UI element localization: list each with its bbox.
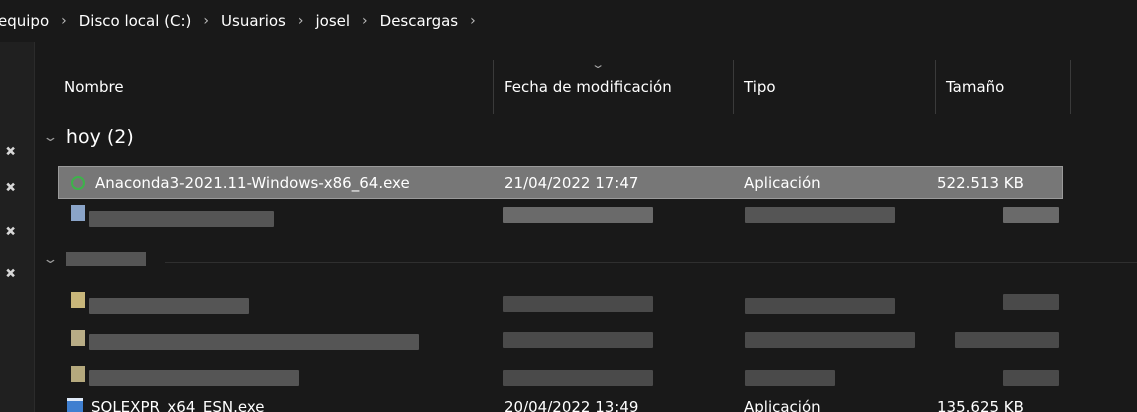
breadcrumb-separator-icon[interactable]: › xyxy=(352,13,378,29)
file-icon xyxy=(71,205,85,221)
file-name: Anaconda3-2021.11-Windows-x86_64.exe xyxy=(95,173,410,192)
redacted-text xyxy=(89,298,249,314)
file-date: 20/04/2022 13:49 xyxy=(504,398,639,412)
breadcrumb-item-equipo[interactable]: equipo xyxy=(0,12,51,30)
file-row-anaconda[interactable]: Anaconda3-2021.11-Windows-x86_64.exe 21/… xyxy=(58,166,1063,199)
group-header-blurred[interactable]: ⌄ xyxy=(42,245,146,273)
column-header-fecha[interactable]: Fecha de modificación xyxy=(504,60,672,114)
file-row-sqlexpr[interactable]: SQLEXPR_x64_ESN.exe 20/04/2022 13:49 Apl… xyxy=(59,398,1062,412)
file-icon xyxy=(71,366,85,382)
pin-icon: ✚ xyxy=(2,178,21,197)
file-row-blurred[interactable] xyxy=(59,201,1062,232)
pin-icon: ✚ xyxy=(2,142,21,161)
column-header-tipo[interactable]: Tipo xyxy=(744,60,776,114)
file-type: Aplicación xyxy=(744,398,821,412)
redacted-text xyxy=(1003,294,1059,310)
group-label: hoy (2) xyxy=(65,126,134,148)
column-header: Nombre ⌄ Fecha de modificación Tipo Tama… xyxy=(35,59,1137,114)
breadcrumb: equipo › Disco local (C:) › Usuarios › j… xyxy=(0,0,1137,42)
column-divider[interactable] xyxy=(935,60,936,114)
redacted-text xyxy=(745,370,835,386)
redacted-text xyxy=(503,370,653,386)
installer-icon xyxy=(67,398,83,412)
file-size: 135.625 KB xyxy=(937,398,1024,412)
redacted-text xyxy=(955,332,1059,348)
anaconda-ring-icon xyxy=(71,175,85,190)
chevron-down-icon: ⌄ xyxy=(42,251,59,267)
breadcrumb-separator-icon[interactable]: › xyxy=(460,13,486,29)
redacted-text xyxy=(503,207,653,223)
chevron-down-icon: ⌄ xyxy=(42,129,59,145)
redacted-text xyxy=(745,332,915,348)
column-divider[interactable] xyxy=(493,60,494,114)
column-header-tamano[interactable]: Tamaño xyxy=(946,60,1004,114)
file-date: 21/04/2022 17:47 xyxy=(504,173,639,192)
file-name: SQLEXPR_x64_ESN.exe xyxy=(91,398,265,412)
breadcrumb-separator-icon[interactable]: › xyxy=(51,13,77,29)
breadcrumb-separator-icon[interactable]: › xyxy=(193,13,219,29)
redacted-text xyxy=(89,334,419,350)
redacted-text xyxy=(745,207,895,223)
group-divider xyxy=(165,262,1137,263)
redacted-text xyxy=(89,370,299,386)
column-divider[interactable] xyxy=(733,60,734,114)
redacted-text xyxy=(89,211,274,227)
breadcrumb-item-descargas[interactable]: Descargas xyxy=(378,12,460,30)
redacted-text xyxy=(1003,207,1059,223)
file-type: Aplicación xyxy=(744,173,821,192)
pin-icon: ✚ xyxy=(2,264,21,283)
file-row-blurred[interactable] xyxy=(59,362,1062,393)
file-row-blurred[interactable] xyxy=(59,326,1062,357)
file-size: 522.513 KB xyxy=(937,173,1024,192)
breadcrumb-item-josel[interactable]: josel xyxy=(313,12,352,30)
navigation-pane[interactable]: ✚ ✚ ✚ ✚ xyxy=(0,42,34,412)
file-icon xyxy=(71,330,85,346)
redacted-text xyxy=(503,332,653,348)
redacted-text xyxy=(65,252,146,266)
file-icon xyxy=(71,292,85,308)
file-row-blurred[interactable] xyxy=(59,288,1062,319)
column-header-nombre[interactable]: Nombre xyxy=(64,60,124,114)
pin-icon: ✚ xyxy=(2,222,21,241)
group-header-hoy[interactable]: ⌄ hoy (2) xyxy=(42,121,134,153)
breadcrumb-item-disco-local[interactable]: Disco local (C:) xyxy=(77,12,194,30)
breadcrumb-item-usuarios[interactable]: Usuarios xyxy=(219,12,288,30)
redacted-text xyxy=(1003,370,1059,386)
redacted-text xyxy=(745,298,895,314)
column-divider[interactable] xyxy=(1070,60,1071,114)
redacted-text xyxy=(503,296,653,312)
breadcrumb-separator-icon[interactable]: › xyxy=(288,13,314,29)
